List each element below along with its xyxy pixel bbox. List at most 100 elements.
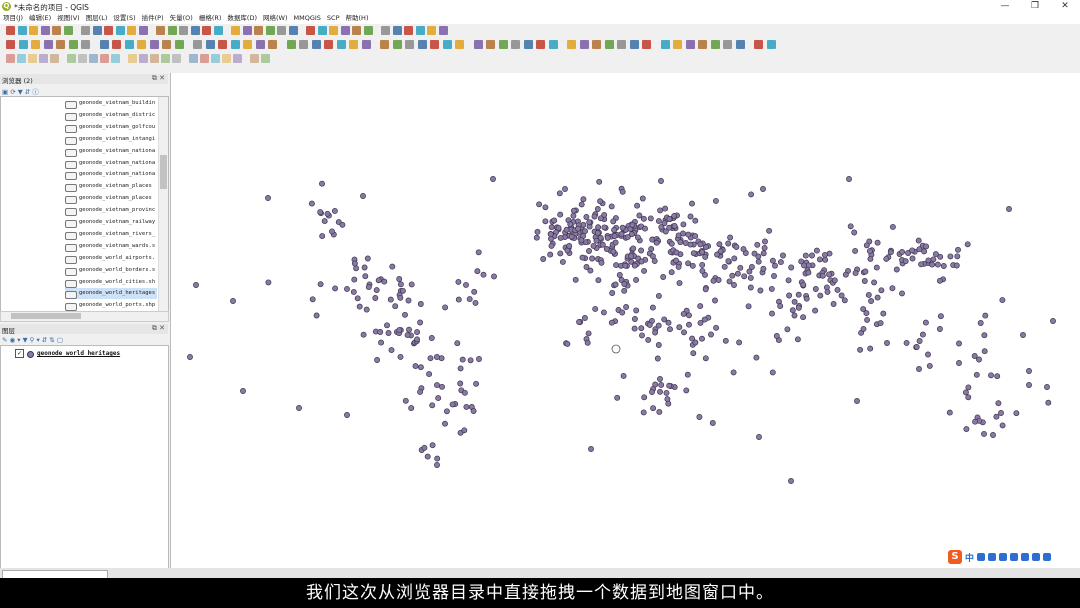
close-button[interactable]: ✕ (1050, 0, 1080, 13)
toolbar-tool-icon[interactable] (592, 40, 601, 49)
browser-tool-icons[interactable]: ▣ ⟳ ▼ ⇵ ⓘ (2, 86, 39, 96)
ime-language-toggle[interactable]: 中 (965, 551, 974, 564)
toolbar-tool-icon[interactable] (81, 40, 90, 49)
toolbar-tool-icon[interactable] (735, 40, 745, 49)
browser-item[interactable]: geonode_vietnam_railway (65, 217, 157, 228)
toolbar-tool-icon[interactable] (349, 40, 358, 49)
toolbar-tool-icon[interactable] (150, 54, 159, 63)
toolbar-tool-icon[interactable] (17, 54, 26, 63)
toolbar-tool-icon[interactable] (112, 40, 121, 49)
layers-tree[interactable]: ✓ geonode_world_heritages (0, 345, 169, 569)
toolbar-tool-icon[interactable] (156, 26, 165, 35)
toolbar-tool-icon[interactable] (317, 26, 327, 35)
browser-tree[interactable]: geonode_vietnam_buildin geonode_vietnam_d… (0, 96, 169, 312)
toolbar-tool-icon[interactable] (268, 40, 277, 49)
toolbar-tool-icon[interactable] (265, 26, 275, 35)
toolbar-tool-icon[interactable] (766, 40, 776, 49)
menu-web[interactable]: 网络(W) (260, 13, 291, 24)
toolbar-tool-icon[interactable] (162, 40, 171, 49)
toolbar-tool-icon[interactable] (28, 54, 37, 63)
menu-plugins[interactable]: 插件(P) (139, 13, 167, 24)
ime-emoji-icon[interactable] (988, 553, 997, 561)
toolbar-tool-icon[interactable] (404, 26, 413, 35)
panel-float-close-icon[interactable]: ⧉ ✕ (152, 324, 165, 333)
toolbar-tool-icon[interactable] (205, 40, 215, 49)
toolbar-tool-icon[interactable] (604, 40, 614, 49)
toolbar-tool-icon[interactable] (250, 54, 259, 63)
ime-user-icon[interactable] (1021, 553, 1030, 561)
toolbar-tool-icon[interactable] (324, 40, 333, 49)
toolbar-tool-icon[interactable] (536, 40, 545, 49)
toolbar-tool-icon[interactable] (261, 54, 270, 63)
toolbar-tool-icon[interactable] (286, 40, 296, 49)
toolbar-tool-icon[interactable] (392, 40, 402, 49)
toolbar-tool-icon[interactable] (723, 40, 732, 49)
toolbar-tool-icon[interactable] (149, 40, 159, 49)
toolbar-tool-icon[interactable] (43, 40, 53, 49)
ime-tools-icon[interactable] (1043, 553, 1052, 561)
toolbar-tool-icon[interactable] (329, 26, 338, 35)
toolbar-tool-icon[interactable] (498, 40, 508, 49)
toolbar-tool-icon[interactable] (139, 54, 148, 63)
restore-button[interactable]: ❐ (1020, 0, 1050, 13)
toolbar-tool-icon[interactable] (138, 26, 148, 35)
toolbar-tool-icon[interactable] (405, 40, 414, 49)
ime-keyboard-icon[interactable] (1010, 553, 1019, 561)
map-canvas[interactable] (170, 73, 1080, 568)
toolbar-tool-icon[interactable] (128, 54, 137, 63)
toolbar-tool-icon[interactable] (417, 40, 427, 49)
browser-item[interactable]: geonode_vietnam_intangi (65, 134, 157, 145)
menu-view[interactable]: 视图(V) (54, 13, 83, 24)
toolbar-tool-icon[interactable] (311, 40, 321, 49)
toolbar-tool-icon[interactable] (660, 40, 670, 49)
toolbar-tool-icon[interactable] (52, 26, 61, 35)
browser-item[interactable]: geonode_world_borders.s (65, 265, 157, 276)
toolbar-tool-icon[interactable] (211, 54, 220, 63)
layers-tool-icons[interactable]: ✎ ◉ ▾ ▼ ⚲ ▾ ⇵ ⇅ ▢ (2, 336, 63, 344)
toolbar-tool-icon[interactable] (167, 26, 177, 35)
toolbar-tool-icon[interactable] (56, 40, 65, 49)
toolbar-tool-icon[interactable] (254, 26, 263, 35)
toolbar-tool-icon[interactable] (392, 26, 402, 35)
toolbar-tool-icon[interactable] (473, 40, 483, 49)
toolbar-tool-icon[interactable] (698, 40, 707, 49)
toolbar-tool-icon[interactable] (137, 40, 146, 49)
toolbar-tool-icon[interactable] (233, 54, 242, 63)
toolbar-tool-icon[interactable] (306, 26, 315, 35)
toolbar-tool-icon[interactable] (340, 26, 350, 35)
toolbar-tool-icon[interactable] (243, 40, 252, 49)
toolbar-tool-icon[interactable] (18, 40, 28, 49)
toolbar-tool-icon[interactable] (642, 40, 651, 49)
toolbar-tool-icon[interactable] (67, 54, 76, 63)
toolbar-tool-icon[interactable] (567, 40, 576, 49)
toolbar-tool-icon[interactable] (50, 54, 59, 63)
browser-item[interactable]: geonode_vietnam_nationa (65, 169, 157, 181)
toolbar-tool-icon[interactable] (617, 40, 626, 49)
toolbar-tool-icon[interactable] (31, 40, 40, 49)
toolbar-tool-icon[interactable] (710, 40, 720, 49)
toolbar-tool-icon[interactable] (213, 26, 223, 35)
layer-item[interactable]: ✓ geonode_world_heritages (15, 349, 167, 358)
browser-item[interactable]: geonode_vietnam_provinc (65, 205, 157, 217)
toolbar-tool-icon[interactable] (172, 54, 181, 63)
toolbar-tool-icon[interactable] (754, 40, 763, 49)
browser-item[interactable]: geonode_vietnam_golfcou (65, 122, 157, 133)
ime-punctuation-icon[interactable] (977, 553, 986, 561)
browser-item[interactable]: geonode_world_cities.sh (65, 277, 157, 288)
toolbar-tool-icon[interactable] (222, 54, 231, 63)
toolbar-tool-icon[interactable] (189, 54, 198, 63)
layer-visibility-checkbox[interactable]: ✓ (15, 349, 24, 358)
minimize-button[interactable]: — (990, 0, 1020, 13)
browser-item[interactable]: geonode_vietnam_rivers_ (65, 229, 157, 240)
menu-database[interactable]: 数据库(D) (224, 13, 260, 24)
toolbar-tool-icon[interactable] (288, 26, 298, 35)
menu-mmqgis[interactable]: MMQGIS (291, 13, 324, 24)
toolbar-tool-icon[interactable] (255, 40, 265, 49)
toolbar-tool-icon[interactable] (193, 40, 202, 49)
toolbar-tool-icon[interactable] (336, 40, 346, 49)
toolbar-tool-icon[interactable] (363, 26, 373, 35)
toolbar-tool-icon[interactable] (380, 40, 389, 49)
browser-item[interactable]: geonode_vietnam_places (65, 193, 157, 205)
toolbar-tool-icon[interactable] (230, 40, 240, 49)
toolbar-tool-icon[interactable] (486, 40, 495, 49)
